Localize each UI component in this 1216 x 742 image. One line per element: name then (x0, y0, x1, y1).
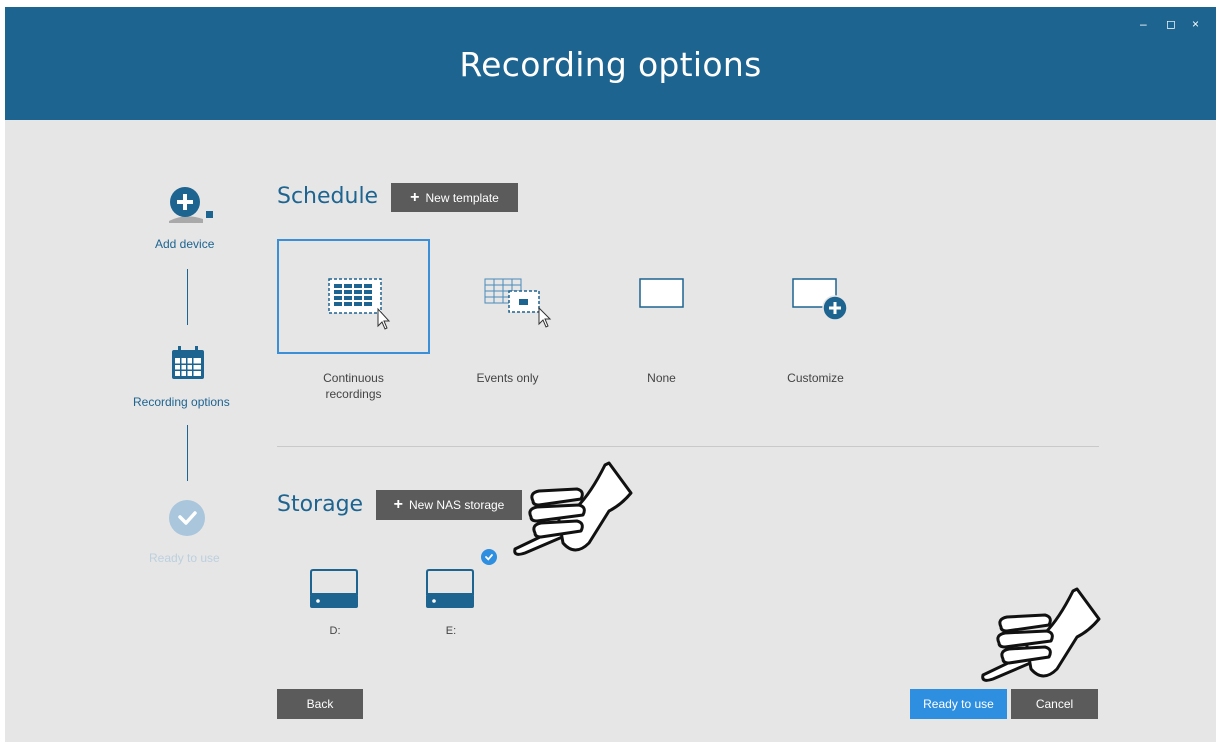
check-circle-icon (169, 500, 205, 536)
drive-label-e: E: (445, 625, 457, 637)
drive-label-d: D: (329, 625, 341, 637)
selected-check-icon (481, 549, 497, 565)
drive-e[interactable] (425, 567, 477, 611)
ready-to-use-button[interactable]: Ready to use (910, 689, 1007, 719)
option-label-continuous: Continuous recordings (323, 371, 384, 401)
new-template-button[interactable]: + New template (391, 183, 518, 212)
schedule-option-none[interactable] (585, 239, 738, 354)
back-button[interactable]: Back (277, 689, 363, 719)
schedule-option-continuous[interactable] (277, 239, 430, 354)
plus-icon: + (410, 188, 420, 206)
minimize-button[interactable]: – (1140, 18, 1147, 30)
window-title: Recording options (459, 45, 762, 84)
calendar-icon (172, 346, 204, 379)
new-nas-storage-label: New NAS storage (408, 498, 505, 512)
hard-drive-icon (426, 569, 474, 608)
section-divider (277, 446, 1099, 447)
pointing-hand-icon (513, 461, 633, 556)
storage-title: Storage (277, 492, 364, 517)
add-device-icon (169, 187, 213, 223)
hard-drive-icon (310, 569, 358, 608)
schedule-title: Schedule (277, 184, 379, 209)
step-label-recording-options: Recording options (133, 395, 230, 409)
events-grid-icon (484, 278, 552, 328)
empty-frame-icon (639, 278, 684, 308)
maximize-button[interactable]: ◻ (1166, 18, 1176, 30)
option-label-events-only: Events only (476, 371, 539, 385)
step-label-ready-to-use: Ready to use (149, 551, 220, 565)
plus-icon: + (393, 496, 403, 513)
schedule-option-events-only[interactable] (431, 239, 584, 354)
step-connector (187, 269, 188, 325)
option-label-customize: Customize (787, 371, 844, 385)
option-label-none: None (647, 371, 676, 385)
recording-options-window: Recording options – ◻ × Add device Recor… (5, 7, 1216, 742)
title-bar: Recording options – ◻ × (5, 7, 1216, 120)
new-nas-storage-button[interactable]: + New NAS storage (376, 490, 522, 520)
continuous-grid-icon (328, 278, 391, 330)
cancel-button[interactable]: Cancel (1011, 689, 1098, 719)
customize-plus-icon (792, 278, 848, 321)
step-connector (187, 425, 188, 481)
new-template-label: New template (425, 190, 499, 205)
drive-d[interactable] (309, 567, 361, 611)
step-label-add-device: Add device (155, 237, 215, 251)
close-button[interactable]: × (1192, 18, 1199, 30)
schedule-option-customize[interactable] (739, 239, 892, 354)
pointing-hand-icon (981, 587, 1101, 682)
